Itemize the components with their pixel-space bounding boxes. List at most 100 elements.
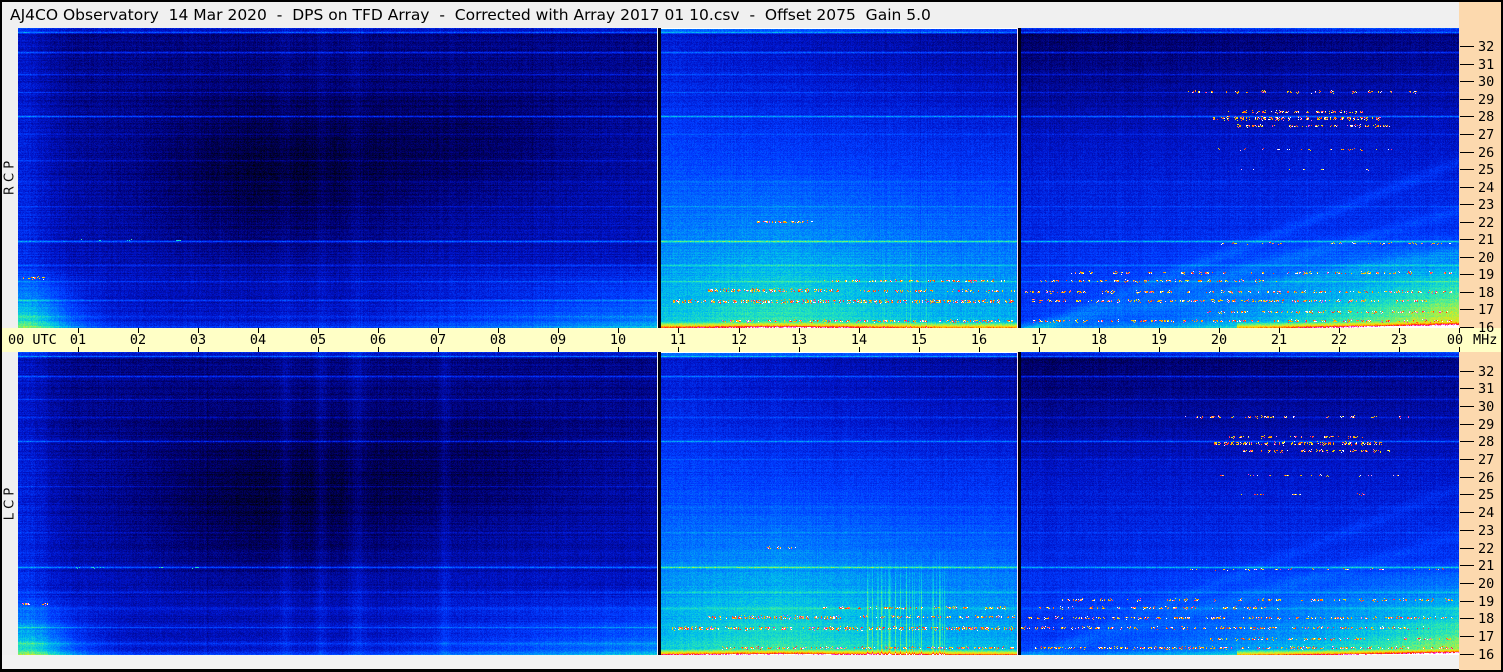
hour-label: 18 (1090, 332, 1108, 348)
freq-tick-label: 16 (1478, 647, 1495, 663)
freq-tick (1460, 371, 1474, 372)
freq-tick-label: 17 (1478, 302, 1495, 318)
bottom-strip (2, 655, 1459, 669)
freq-tick (1460, 636, 1474, 637)
freq-tick (1460, 292, 1474, 293)
left-gutter-rcp: R C P (2, 28, 18, 328)
freq-tick-label: 32 (1478, 364, 1495, 380)
freq-tick (1460, 169, 1474, 170)
freq-tick (1460, 274, 1474, 275)
freq-tick (1460, 424, 1474, 425)
hour-label: 04 (249, 332, 267, 348)
freq-tick (1460, 654, 1474, 655)
freq-tick-label: 16 (1478, 320, 1495, 336)
freq-tick-label: 18 (1478, 611, 1495, 627)
freq-tick-label: 21 (1478, 232, 1495, 248)
freq-tick-label: 24 (1478, 505, 1495, 521)
freq-tick (1460, 565, 1474, 566)
freq-tick-label: 17 (1478, 629, 1495, 645)
freq-tick-label: 22 (1478, 215, 1495, 231)
hour-label: 03 (189, 332, 207, 348)
rcp-spectrogram (18, 28, 1459, 328)
freq-tick-label: 19 (1478, 267, 1495, 283)
freq-tick-label: 26 (1478, 145, 1495, 161)
freq-tick (1460, 64, 1474, 65)
freq-tick-label: 24 (1478, 180, 1495, 196)
freq-tick (1460, 327, 1474, 328)
freq-tick (1460, 239, 1474, 240)
time-axis-start-label: 00 UTC (8, 332, 57, 348)
freq-tick-label: 27 (1478, 452, 1495, 468)
frequency-ticks: 32 31 30 29 28 27 26 25 24 23 22 21 20 19 18 17 16 32 31 30… (1459, 0, 1503, 672)
freq-tick (1460, 309, 1474, 310)
freq-tick (1460, 134, 1474, 135)
hour-label: 19 (1150, 332, 1168, 348)
freq-tick-label: 19 (1478, 594, 1495, 610)
hour-label: 06 (369, 332, 387, 348)
hour-label: 21 (1270, 332, 1288, 348)
freq-tick-label: 25 (1478, 487, 1495, 503)
freq-tick (1460, 99, 1474, 100)
rcp-label: R C P (2, 160, 18, 196)
freq-tick-label: 18 (1478, 285, 1495, 301)
freq-tick (1460, 477, 1474, 478)
freq-tick-label: 27 (1478, 127, 1495, 143)
hour-label: 12 (730, 332, 748, 348)
freq-tick-label: 29 (1478, 417, 1495, 433)
freq-tick (1460, 406, 1474, 407)
freq-tick-label: 31 (1478, 381, 1495, 397)
freq-tick (1460, 548, 1474, 549)
title-bar: AJ4CO Observatory 14 Mar 2020 - DPS on T… (2, 2, 1459, 28)
freq-tick (1460, 512, 1474, 513)
lcp-spectrogram (18, 352, 1459, 655)
freq-tick (1460, 494, 1474, 495)
freq-tick (1460, 459, 1474, 460)
time-axis: 00 UTC 00 MHz 01 02 03 04 05 06 07 08 09 10 11 12 13… (2, 328, 1501, 352)
hour-label: 08 (489, 332, 507, 348)
freq-tick (1460, 618, 1474, 619)
freq-tick (1460, 152, 1474, 153)
hour-label: 17 (1030, 332, 1048, 348)
hour-label: 01 (69, 332, 87, 348)
freq-tick-label: 20 (1478, 250, 1495, 266)
freq-tick (1460, 601, 1474, 602)
freq-tick (1460, 441, 1474, 442)
hour-label: 22 (1330, 332, 1348, 348)
hour-label: 11 (669, 332, 687, 348)
freq-tick (1460, 583, 1474, 584)
freq-tick-label: 28 (1478, 434, 1495, 450)
hour-label: 07 (429, 332, 447, 348)
freq-tick-label: 32 (1478, 39, 1495, 55)
freq-tick (1460, 204, 1474, 205)
freq-tick (1460, 530, 1474, 531)
hour-label: 20 (1210, 332, 1228, 348)
freq-tick-label: 29 (1478, 92, 1495, 108)
freq-tick (1460, 81, 1474, 82)
hour-label: 15 (910, 332, 928, 348)
freq-tick (1460, 187, 1474, 188)
freq-tick-label: 23 (1478, 523, 1495, 539)
freq-tick (1460, 222, 1474, 223)
freq-tick-label: 30 (1478, 74, 1495, 90)
freq-tick-label: 30 (1478, 399, 1495, 415)
freq-tick (1460, 46, 1474, 47)
hour-label: 10 (609, 332, 627, 348)
freq-tick-label: 22 (1478, 541, 1495, 557)
hour-label: 09 (549, 332, 567, 348)
freq-tick-label: 28 (1478, 109, 1495, 125)
app-window: AJ4CO Observatory 14 Mar 2020 - DPS on T… (0, 0, 1503, 672)
left-gutter-lcp: L C P (2, 352, 18, 655)
window-title: AJ4CO Observatory 14 Mar 2020 - DPS on T… (10, 6, 931, 24)
hour-label: 14 (850, 332, 868, 348)
freq-tick-label: 31 (1478, 57, 1495, 73)
hour-label: 05 (309, 332, 327, 348)
hour-label: 23 (1390, 332, 1408, 348)
freq-tick-label: 26 (1478, 470, 1495, 486)
freq-tick-label: 25 (1478, 162, 1495, 178)
freq-tick-label: 21 (1478, 558, 1495, 574)
freq-tick (1460, 388, 1474, 389)
hour-label: 16 (970, 332, 988, 348)
freq-tick (1460, 257, 1474, 258)
hour-label: 13 (790, 332, 808, 348)
hour-label: 02 (129, 332, 147, 348)
